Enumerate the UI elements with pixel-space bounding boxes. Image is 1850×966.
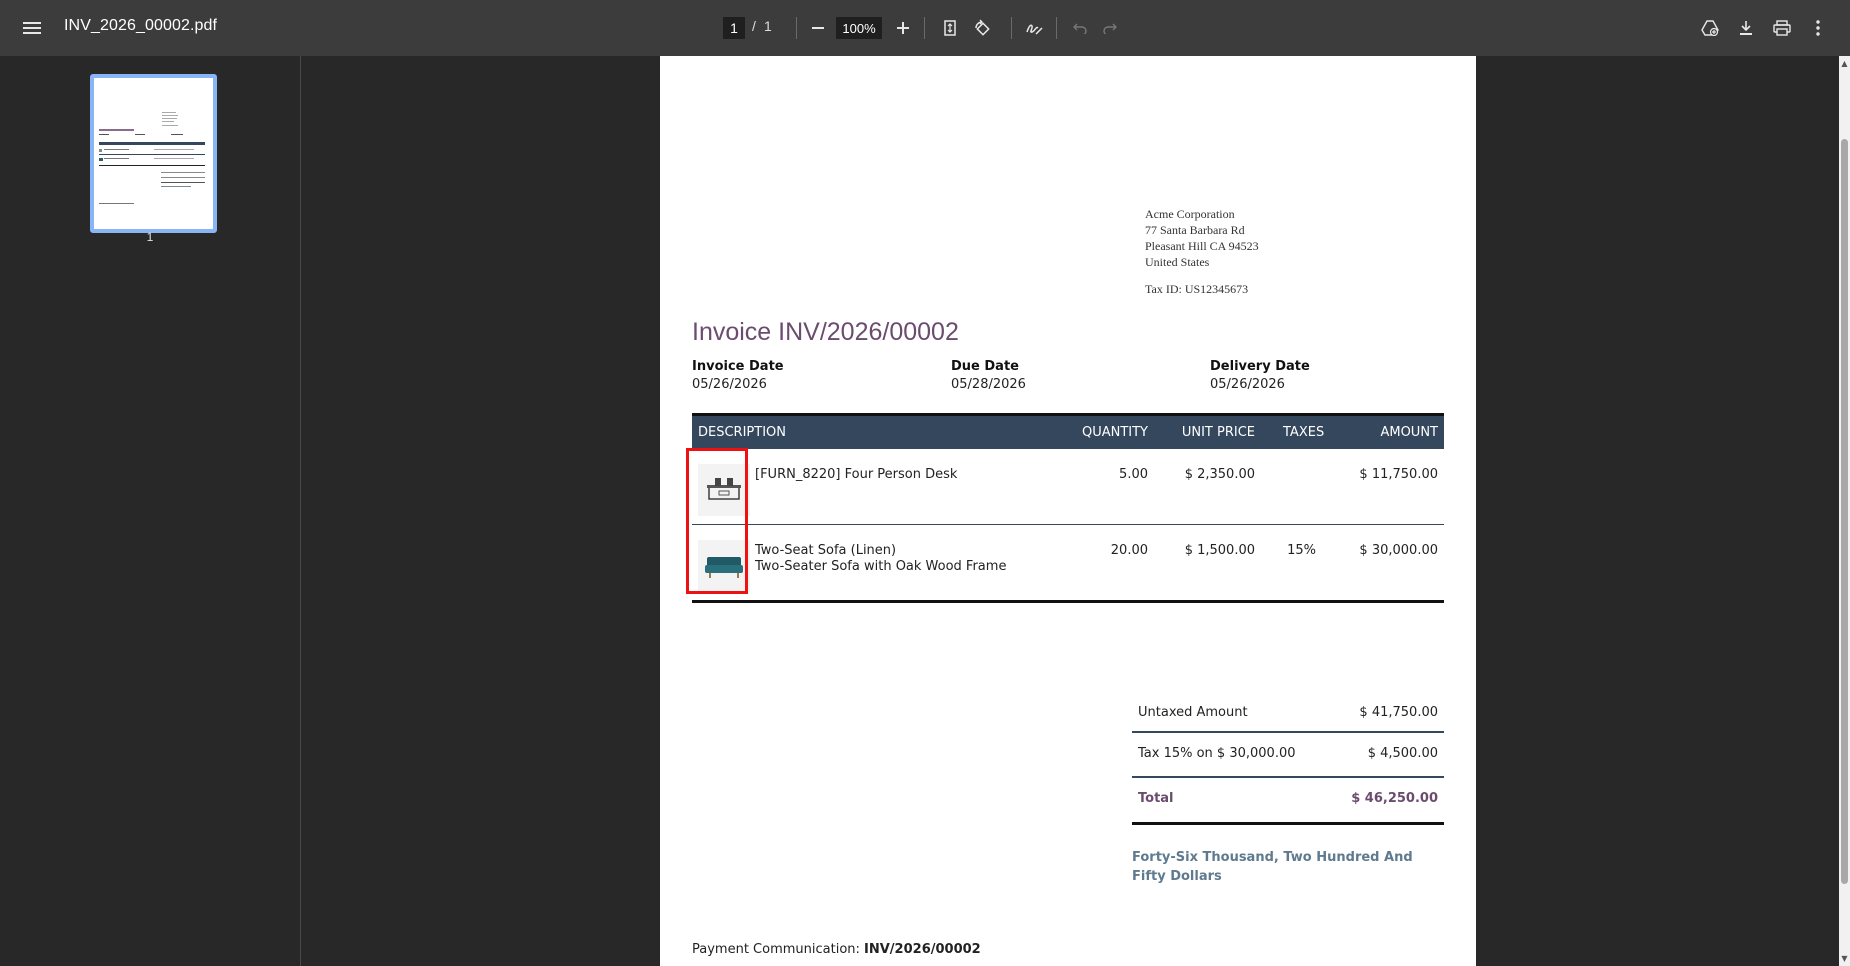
toolbar-divider bbox=[796, 17, 797, 39]
scroll-down-arrow-icon[interactable]: ▼ bbox=[1840, 954, 1849, 963]
sofa-product-image bbox=[698, 540, 750, 592]
line-unit-price: $ 2,350.00 bbox=[1184, 467, 1255, 482]
col-unit-price: UNIT PRICE bbox=[1181, 425, 1255, 440]
company-country: United States bbox=[1145, 255, 1210, 269]
line-description: Two-Seat Sofa (Linen) bbox=[755, 543, 897, 558]
download-icon[interactable] bbox=[1734, 16, 1758, 40]
thumbnail-page-number: 1 bbox=[146, 230, 154, 244]
col-description: DESCRIPTION bbox=[698, 425, 786, 440]
amount-in-words: Forty-Six Thousand, Two Hundred And Fift… bbox=[1132, 850, 1413, 884]
thumbnail-preview-icon bbox=[99, 112, 205, 204]
annotate-pen-icon[interactable] bbox=[1022, 16, 1046, 40]
toolbar-divider bbox=[924, 17, 925, 39]
company-name: Acme Corporation bbox=[1145, 207, 1235, 221]
col-quantity: QUANTITY bbox=[1081, 425, 1148, 440]
save-to-drive-icon[interactable] bbox=[1698, 16, 1722, 40]
invoice-table-header: DESCRIPTION QUANTITY UNIT PRICE TAXES AM… bbox=[692, 413, 1444, 449]
toolbar-divider bbox=[1011, 17, 1012, 39]
page-thumbnail[interactable] bbox=[90, 74, 217, 233]
due-date-value: 05/28/2026 bbox=[951, 377, 1026, 392]
fit-page-icon[interactable] bbox=[938, 16, 962, 40]
more-options-icon[interactable] bbox=[1806, 16, 1830, 40]
document-viewer: Acme Corporation 77 Santa Barbara Rd Ple… bbox=[301, 56, 1839, 966]
tax-row: Tax 15% on $ 30,000.00 $ 4,500.00 bbox=[1132, 733, 1444, 778]
line-description-detail: Two-Seater Sofa with Oak Wood Frame bbox=[755, 559, 1007, 574]
total-value: $ 46,250.00 bbox=[1351, 791, 1438, 806]
pdf-page: Acme Corporation 77 Santa Barbara Rd Ple… bbox=[660, 56, 1476, 966]
company-address: Acme Corporation 77 Santa Barbara Rd Ple… bbox=[1145, 206, 1259, 270]
rotate-icon[interactable] bbox=[970, 16, 994, 40]
payment-reference: INV/2026/00002 bbox=[864, 942, 981, 957]
tax-value: $ 4,500.00 bbox=[1367, 746, 1438, 761]
invoice-date-block: Invoice Date 05/26/2026 bbox=[692, 359, 784, 392]
total-row: Total $ 46,250.00 bbox=[1132, 778, 1444, 825]
untaxed-label: Untaxed Amount bbox=[1138, 705, 1248, 720]
toolbar-divider bbox=[1056, 17, 1057, 39]
tax-label: Tax 15% on $ 30,000.00 bbox=[1138, 746, 1296, 761]
table-row: Two-Seat Sofa (Linen) Two-Seater Sofa wi… bbox=[692, 525, 1444, 603]
scroll-thumb[interactable] bbox=[1841, 139, 1848, 884]
invoice-date-value: 05/26/2026 bbox=[692, 377, 767, 392]
delivery-date-value: 05/26/2026 bbox=[1210, 377, 1285, 392]
payment-label: Payment Communication: bbox=[692, 942, 865, 957]
print-icon[interactable] bbox=[1770, 16, 1794, 40]
menu-icon[interactable] bbox=[18, 14, 46, 42]
due-date-label: Due Date bbox=[951, 359, 1019, 374]
company-city: Pleasant Hill CA 94523 bbox=[1145, 239, 1259, 253]
payment-communication: Payment Communication: INV/2026/00002 bbox=[692, 942, 981, 957]
untaxed-amount-row: Untaxed Amount $ 41,750.00 bbox=[1132, 693, 1444, 733]
thumbnail-sidebar: 1 bbox=[0, 56, 301, 966]
redo-icon[interactable] bbox=[1098, 16, 1122, 40]
line-amount: $ 11,750.00 bbox=[1359, 467, 1438, 482]
scroll-up-arrow-icon[interactable]: ▲ bbox=[1840, 59, 1849, 68]
zoom-out-icon[interactable] bbox=[806, 16, 830, 40]
line-quantity: 5.00 bbox=[1119, 467, 1148, 482]
due-date-block: Due Date 05/28/2026 bbox=[951, 359, 1026, 392]
zoom-level-input[interactable] bbox=[836, 17, 882, 39]
page-total: 1 bbox=[764, 18, 772, 34]
total-label: Total bbox=[1138, 791, 1174, 806]
line-unit-price: $ 1,500.00 bbox=[1184, 543, 1255, 558]
delivery-date-label: Delivery Date bbox=[1210, 359, 1310, 374]
undo-icon[interactable] bbox=[1068, 16, 1092, 40]
line-amount: $ 30,000.00 bbox=[1359, 543, 1438, 558]
company-street: 77 Santa Barbara Rd bbox=[1145, 223, 1245, 237]
desk-product-image bbox=[698, 464, 750, 516]
col-amount: AMOUNT bbox=[1380, 425, 1438, 440]
page-separator: / bbox=[752, 18, 756, 34]
line-taxes: 15% bbox=[1287, 543, 1316, 558]
delivery-date-block: Delivery Date 05/26/2026 bbox=[1210, 359, 1310, 392]
invoice-date-label: Invoice Date bbox=[692, 359, 784, 374]
vertical-scrollbar[interactable]: ▲ ▼ bbox=[1839, 56, 1850, 966]
untaxed-value: $ 41,750.00 bbox=[1359, 705, 1438, 720]
company-tax-id: Tax ID: US12345673 bbox=[1145, 282, 1249, 296]
col-taxes: TAXES bbox=[1283, 425, 1325, 440]
line-description: [FURN_8220] Four Person Desk bbox=[755, 467, 958, 482]
invoice-title: Invoice INV/2026/00002 bbox=[692, 318, 959, 346]
line-quantity: 20.00 bbox=[1110, 543, 1148, 558]
pdf-toolbar: INV_2026_00002.pdf / 1 bbox=[0, 0, 1850, 56]
table-row: [FURN_8220] Four Person Desk 5.00 $ 2,35… bbox=[692, 449, 1444, 525]
zoom-in-icon[interactable] bbox=[891, 16, 915, 40]
page-number-input[interactable] bbox=[723, 17, 745, 39]
file-title: INV_2026_00002.pdf bbox=[64, 17, 218, 34]
